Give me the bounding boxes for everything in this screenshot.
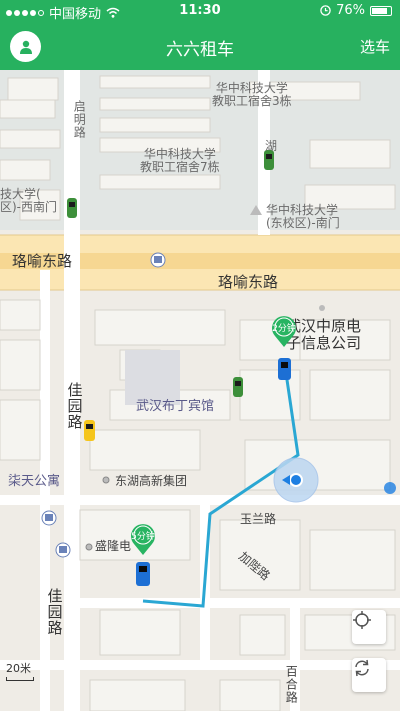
map-label: 华中科技大学 教职工宿舍3栋 xyxy=(212,81,292,109)
bus-stop-icon xyxy=(41,510,57,526)
eta-pin-2min[interactable]: 2分钟 xyxy=(270,314,298,348)
map-view[interactable]: 华中科技大学 教职工宿舍3栋 华中科技大学 教职工宿舍7栋 技大学( 区)-西南… xyxy=(0,70,400,711)
road-label: 珞喻东路 xyxy=(12,252,73,270)
map-label: 东湖高新集团 xyxy=(115,474,188,488)
battery-percent: 76% xyxy=(336,3,365,18)
select-car-button[interactable]: 选车 xyxy=(360,36,390,57)
refresh-button[interactable] xyxy=(352,658,386,692)
road-label: 佳园路 xyxy=(45,588,64,636)
car-marker-blue-1[interactable] xyxy=(278,358,291,380)
locate-button[interactable] xyxy=(352,610,386,644)
map-label: 华中科技大学 (东校区)-南门 xyxy=(266,203,340,231)
status-right: 76% xyxy=(320,3,392,18)
road-label: 佳园路 xyxy=(65,382,84,430)
eta-pin-5min[interactable]: 5分钟 xyxy=(129,522,157,556)
header: 中国移动 11:30 76% 六六租车 选车 xyxy=(0,0,400,70)
map-label: 盛隆电 xyxy=(95,539,132,553)
bus-stop-icon xyxy=(55,542,71,558)
map-label: 柒天公寓 xyxy=(8,474,61,489)
map-label: 技大学( 区)-西南门 xyxy=(0,187,58,215)
map-label: 湖 xyxy=(265,139,278,153)
hotel-label: 武汉布丁宾馆 xyxy=(136,399,215,414)
map-label: 华中科技大学 教职工宿舍7栋 xyxy=(140,147,220,175)
road-label: 玉兰路 xyxy=(240,512,277,526)
car-marker-blue-2[interactable] xyxy=(136,562,150,586)
page-title: 六六租车 xyxy=(166,40,234,60)
bus-stop-icon xyxy=(150,252,166,268)
car-marker-3[interactable] xyxy=(233,377,243,397)
map-label: 启明路 xyxy=(72,100,87,139)
map-scale-bar xyxy=(6,677,34,681)
road-label: 珞喻东路 xyxy=(218,273,279,291)
car-marker-2[interactable] xyxy=(67,198,77,218)
map-scale-label: 20米 xyxy=(6,662,31,675)
eta-label: 2分钟 xyxy=(272,324,296,334)
car-marker-yellow[interactable] xyxy=(84,420,95,441)
battery-icon xyxy=(370,5,392,16)
nav-bar: 六六租车 选车 xyxy=(0,22,400,70)
eta-label: 5分钟 xyxy=(131,532,155,542)
crosshair-icon xyxy=(353,611,371,629)
status-bar: 中国移动 11:30 76% xyxy=(0,0,400,22)
refresh-icon xyxy=(355,659,369,677)
alarm-icon xyxy=(320,5,331,16)
road-label: 百合路 xyxy=(284,665,299,704)
app-screen: 中国移动 11:30 76% 六六租车 选车 华中科技大学 教职工宿舍3栋 华中… xyxy=(0,0,400,711)
